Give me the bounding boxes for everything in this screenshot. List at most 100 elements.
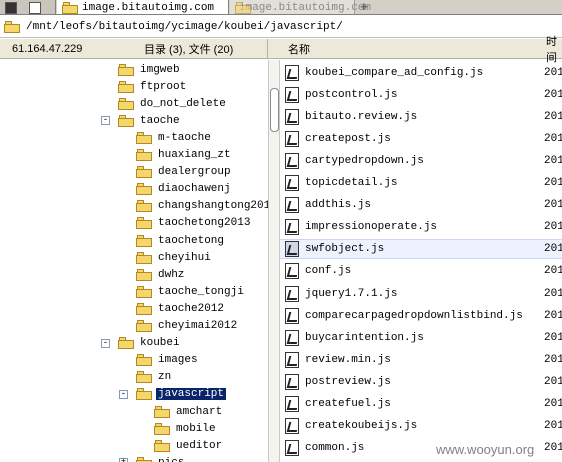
js-file-icon [285, 351, 299, 368]
tree-item-label: amchart [176, 405, 223, 418]
item-counts: 目录 (3), 文件 (20) [144, 43, 234, 56]
path-bar[interactable]: /mnt/leofs/bitautoimg/ycimage/koubei/jav… [0, 16, 562, 38]
tab-inactive[interactable]: image.bitautoimg.com [230, 0, 371, 14]
scrollbar-thumb[interactable] [270, 88, 279, 132]
tree-item-label: changshangtong2013 [158, 200, 268, 213]
tree-header: 61.164.47.229 目录 (3), 文件 (20) [0, 39, 268, 59]
folder-icon [136, 200, 152, 213]
folder-icon [136, 371, 152, 384]
folder-icon [136, 131, 152, 144]
file-name: comparecarpagedropdownlistbind.js [305, 309, 523, 322]
panel-toggle-icon[interactable] [5, 1, 17, 14]
js-file-icon [285, 439, 299, 456]
file-date: 201 [544, 287, 562, 300]
tree-item[interactable]: cheyihui [136, 249, 213, 266]
file-row[interactable]: impressionoperate.js 201 [280, 217, 562, 237]
js-file-icon [285, 175, 299, 192]
file-row[interactable]: addthis.js 201 [280, 195, 562, 215]
new-tab-button[interactable]: + [358, 0, 372, 14]
file-row[interactable]: postcontrol.js 201 [280, 85, 562, 105]
file-row[interactable]: jquery1.7.1.js 201 [280, 284, 562, 304]
tree-item-label: imgweb [140, 63, 180, 76]
tree-item[interactable]: - javascript [119, 386, 227, 403]
file-name: postreview.js [305, 375, 391, 388]
tree-item[interactable]: taochetong2013 [136, 215, 252, 232]
file-row[interactable]: createkoubeijs.js 201 [280, 416, 562, 436]
tree-item[interactable]: mobile [154, 420, 218, 437]
file-row[interactable]: createfuel.js 201 [280, 394, 562, 414]
tree-item[interactable]: m-taoche [136, 129, 213, 146]
folder-icon [136, 268, 152, 281]
tree-item[interactable]: ftproot [118, 78, 188, 95]
file-date: 201 [544, 133, 562, 146]
tree-item-label: m-taoche [158, 131, 211, 144]
folder-icon [136, 354, 152, 367]
tree-item[interactable]: - koubei [101, 335, 182, 352]
tree-item-label: zn [158, 371, 172, 384]
file-name: topicdetail.js [305, 177, 398, 190]
tree-item[interactable]: dealergroup [136, 164, 233, 181]
tree-item-label: pics [156, 457, 186, 462]
host-address: 61.164.47.229 [12, 42, 83, 55]
file-row[interactable]: conf.js 201 [280, 261, 562, 281]
file-row[interactable]: review.min.js 201 [280, 350, 562, 370]
file-name: conf.js [305, 265, 352, 278]
file-row[interactable]: postreview.js 201 [280, 372, 562, 392]
current-path[interactable]: /mnt/leofs/bitautoimg/ycimage/koubei/jav… [26, 21, 343, 33]
tree-item[interactable]: ueditor [154, 437, 224, 454]
file-date: 201 [544, 309, 562, 322]
js-file-icon [285, 263, 299, 280]
file-date: 201 [544, 221, 562, 234]
tab-active[interactable]: image.bitautoimg.com [57, 0, 229, 14]
tree-item[interactable]: zn [136, 369, 173, 386]
file-name: createfuel.js [305, 397, 391, 410]
folder-icon [4, 20, 20, 33]
collapse-toggle-icon[interactable]: - [101, 116, 110, 126]
collapse-toggle-icon[interactable]: - [119, 389, 128, 399]
tree-scrollbar[interactable] [268, 60, 280, 462]
file-name: addthis.js [305, 199, 372, 212]
file-row[interactable]: koubei_compare_ad_config.js 201 [280, 63, 562, 83]
tree-item-label: koubei [140, 337, 180, 350]
tree-item[interactable]: images [136, 352, 200, 369]
window-icon[interactable] [29, 1, 41, 14]
tree-item[interactable]: taoche_tongji [136, 283, 246, 300]
tree-item[interactable]: changshangtong2013 [136, 198, 268, 215]
file-date: 201 [544, 111, 562, 124]
file-row[interactable]: topicdetail.js 201 [280, 173, 562, 193]
file-name: createpost.js [305, 133, 391, 146]
tree-item[interactable]: diaochawenj [136, 181, 233, 198]
folder-icon [136, 166, 152, 179]
tree-item[interactable]: - taoche [101, 112, 182, 129]
file-row[interactable]: buycarintention.js 201 [280, 328, 562, 348]
header-splitter [268, 39, 280, 59]
tree-item[interactable]: taoche2012 [136, 300, 226, 317]
expand-toggle-icon[interactable]: + [119, 458, 128, 462]
file-row[interactable]: createpost.js 201 [280, 129, 562, 149]
file-row[interactable]: bitauto.review.js 201 [280, 107, 562, 127]
tab-gutter [0, 0, 56, 14]
file-row[interactable]: comparecarpagedropdownlistbind.js 201 [280, 306, 562, 326]
file-row[interactable]: swfobject.js 201 [280, 239, 562, 260]
tree-item-label: dwhz [158, 268, 185, 281]
tree-item[interactable]: amchart [154, 403, 224, 420]
folder-icon [136, 234, 152, 247]
column-header-name[interactable]: 名称 [288, 41, 310, 57]
tree-item-label: huaxiang_zt [158, 149, 231, 161]
file-date: 201 [544, 199, 562, 212]
tree-item[interactable]: imgweb [118, 61, 182, 78]
tree-item[interactable]: do_not_delete [118, 95, 228, 112]
file-name: impressionoperate.js [305, 221, 438, 234]
js-file-icon [285, 197, 299, 214]
folder-icon [118, 114, 134, 127]
folder-icon [136, 183, 152, 196]
tree-item[interactable]: dwhz [136, 266, 186, 283]
file-name: cartypedropdown.js [305, 155, 424, 168]
file-row[interactable]: cartypedropdown.js 201 [280, 151, 562, 171]
tree-item[interactable]: cheyimai2012 [136, 318, 239, 335]
tree-item[interactable]: + pics [119, 454, 186, 462]
file-name: review.min.js [305, 353, 391, 366]
tree-item[interactable]: huaxiang_zt [136, 147, 233, 164]
tree-item[interactable]: taochetong [136, 232, 226, 249]
collapse-toggle-icon[interactable]: - [101, 338, 110, 348]
